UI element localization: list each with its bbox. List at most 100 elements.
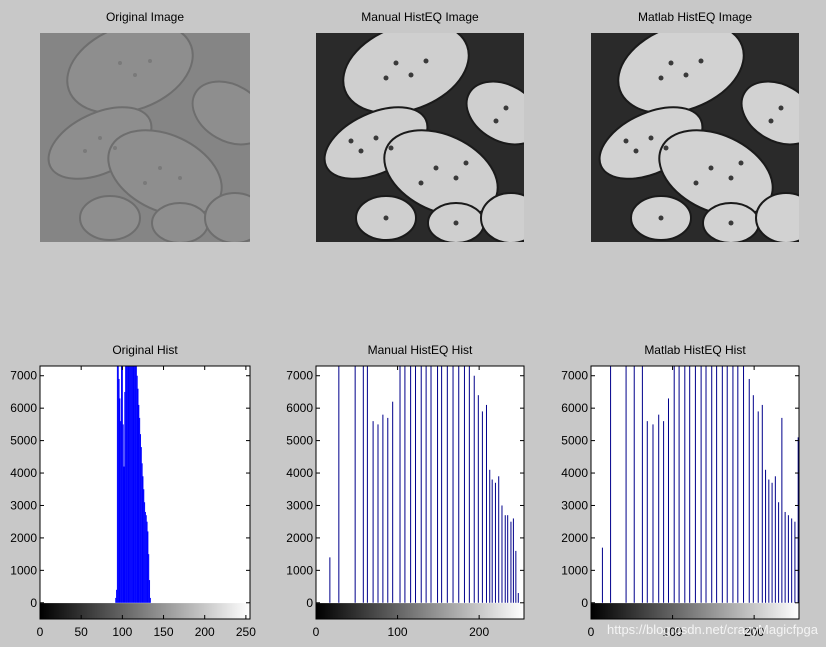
y-tick-label: 2000 — [561, 531, 588, 545]
original-hist-title: Original Hist — [112, 343, 178, 357]
hist-bar — [404, 366, 406, 603]
hist-bar — [684, 366, 686, 603]
y-tick-label: 2000 — [10, 531, 37, 545]
hist-bar — [354, 366, 356, 603]
y-tick-label: 5000 — [10, 434, 37, 448]
hist-bar — [498, 476, 500, 603]
hist-bar — [387, 417, 389, 603]
hist-bar — [711, 366, 713, 603]
hist-bar — [678, 366, 680, 603]
hist-bar — [382, 414, 384, 603]
hist-bar — [765, 469, 767, 603]
hist-bar — [515, 550, 517, 603]
hist-bar — [510, 521, 512, 603]
hist-bar — [774, 476, 776, 603]
hist-bar — [392, 401, 394, 603]
hist-bar — [507, 515, 509, 603]
hist-bar — [485, 404, 487, 603]
hist-bar — [794, 521, 796, 603]
hist-bar — [721, 366, 723, 603]
y-tick-label: 1000 — [561, 563, 588, 577]
hist-bar — [329, 557, 331, 603]
hist-bar — [377, 424, 379, 603]
hist-bar — [748, 378, 750, 603]
hist-bar — [494, 482, 496, 603]
manual-hist-title: Manual HistEQ Hist — [367, 343, 473, 357]
hist-bar — [491, 479, 493, 603]
hist-bar — [512, 518, 514, 603]
hist-bar — [458, 366, 460, 603]
hist-bar — [362, 366, 364, 603]
y-tick-label: 2000 — [286, 531, 313, 545]
hist-bar — [446, 366, 448, 603]
hist-bar — [778, 502, 780, 603]
manual-hist-chart: 0 1000 2000 3000 4000 5000 6000 7000 0 100 200 — [286, 365, 525, 639]
grayscale-colorbar — [591, 603, 799, 619]
hist-bar — [663, 421, 665, 603]
hist-bar — [468, 366, 470, 603]
y-tick-label: 0 — [581, 596, 588, 610]
y-tick-label: 1000 — [10, 563, 37, 577]
y-tick-label: 6000 — [286, 401, 313, 415]
y-tick-label: 0 — [30, 596, 37, 610]
hist-bar — [625, 366, 627, 603]
y-tick-label: 5000 — [561, 434, 588, 448]
hist-bar — [694, 366, 696, 603]
y-tick-label: 3000 — [561, 498, 588, 512]
hist-bar — [338, 366, 340, 603]
matlab-image-title: Matlab HistEQ Image — [637, 10, 753, 24]
x-tick-label: 0 — [588, 625, 595, 639]
hist-bar — [481, 411, 483, 603]
hist-bar — [689, 366, 691, 603]
y-tick-label: 4000 — [286, 466, 313, 480]
matlab-hist-chart: 010002000300040005000600070000 100 200 — [561, 365, 800, 639]
watermark: https://blog.csdn.net/crazyMagicfpga — [606, 622, 818, 637]
y-tick-label: 7000 — [561, 369, 588, 383]
y-tick-label: 4000 — [561, 466, 588, 480]
grayscale-colorbar — [40, 603, 250, 619]
x-tick-label: 200 — [195, 625, 215, 639]
hist-bar — [420, 366, 422, 603]
y-tick-label: 3000 — [10, 498, 37, 512]
hist-bar — [501, 505, 503, 603]
hist-bar — [652, 424, 654, 603]
hist-bar — [372, 421, 374, 603]
hist-bar — [700, 366, 702, 603]
manual-histeq-image — [316, 33, 524, 242]
hist-bar — [452, 366, 454, 603]
plot-area — [316, 366, 524, 619]
matlab-histeq-image — [591, 33, 799, 242]
hist-bar — [441, 366, 443, 603]
x-tick-label: 0 — [37, 625, 44, 639]
y-tick-label: 4000 — [10, 466, 37, 480]
hist-bar — [437, 366, 439, 603]
hist-bar — [477, 395, 479, 603]
hist-bar — [787, 515, 789, 603]
hist-bar — [641, 366, 643, 603]
hist-bar — [489, 469, 491, 603]
hist-bar — [705, 366, 707, 603]
original-image — [40, 33, 250, 242]
hist-bar — [781, 417, 783, 603]
x-tick-label: 150 — [154, 625, 174, 639]
hist-bar — [757, 411, 759, 603]
y-tick-label: 3000 — [286, 498, 313, 512]
hist-bar — [732, 366, 734, 603]
hist-bar — [517, 593, 519, 603]
hist-bar — [504, 515, 506, 603]
hist-bar — [430, 366, 432, 603]
hist-bar — [610, 366, 612, 603]
hist-bar — [768, 479, 770, 603]
hist-bar — [752, 395, 754, 603]
hist-bar — [737, 366, 739, 603]
hist-bar — [410, 366, 412, 603]
hist-bar — [743, 366, 745, 603]
grayscale-colorbar — [316, 603, 524, 619]
hist-bar — [716, 366, 718, 603]
y-tick-label: 1000 — [286, 563, 313, 577]
manual-image-title: Manual HistEQ Image — [361, 10, 479, 24]
hist-bar — [791, 518, 793, 603]
hist-bar — [463, 366, 465, 603]
y-tick-label: 6000 — [10, 401, 37, 415]
hist-bar — [673, 366, 675, 603]
